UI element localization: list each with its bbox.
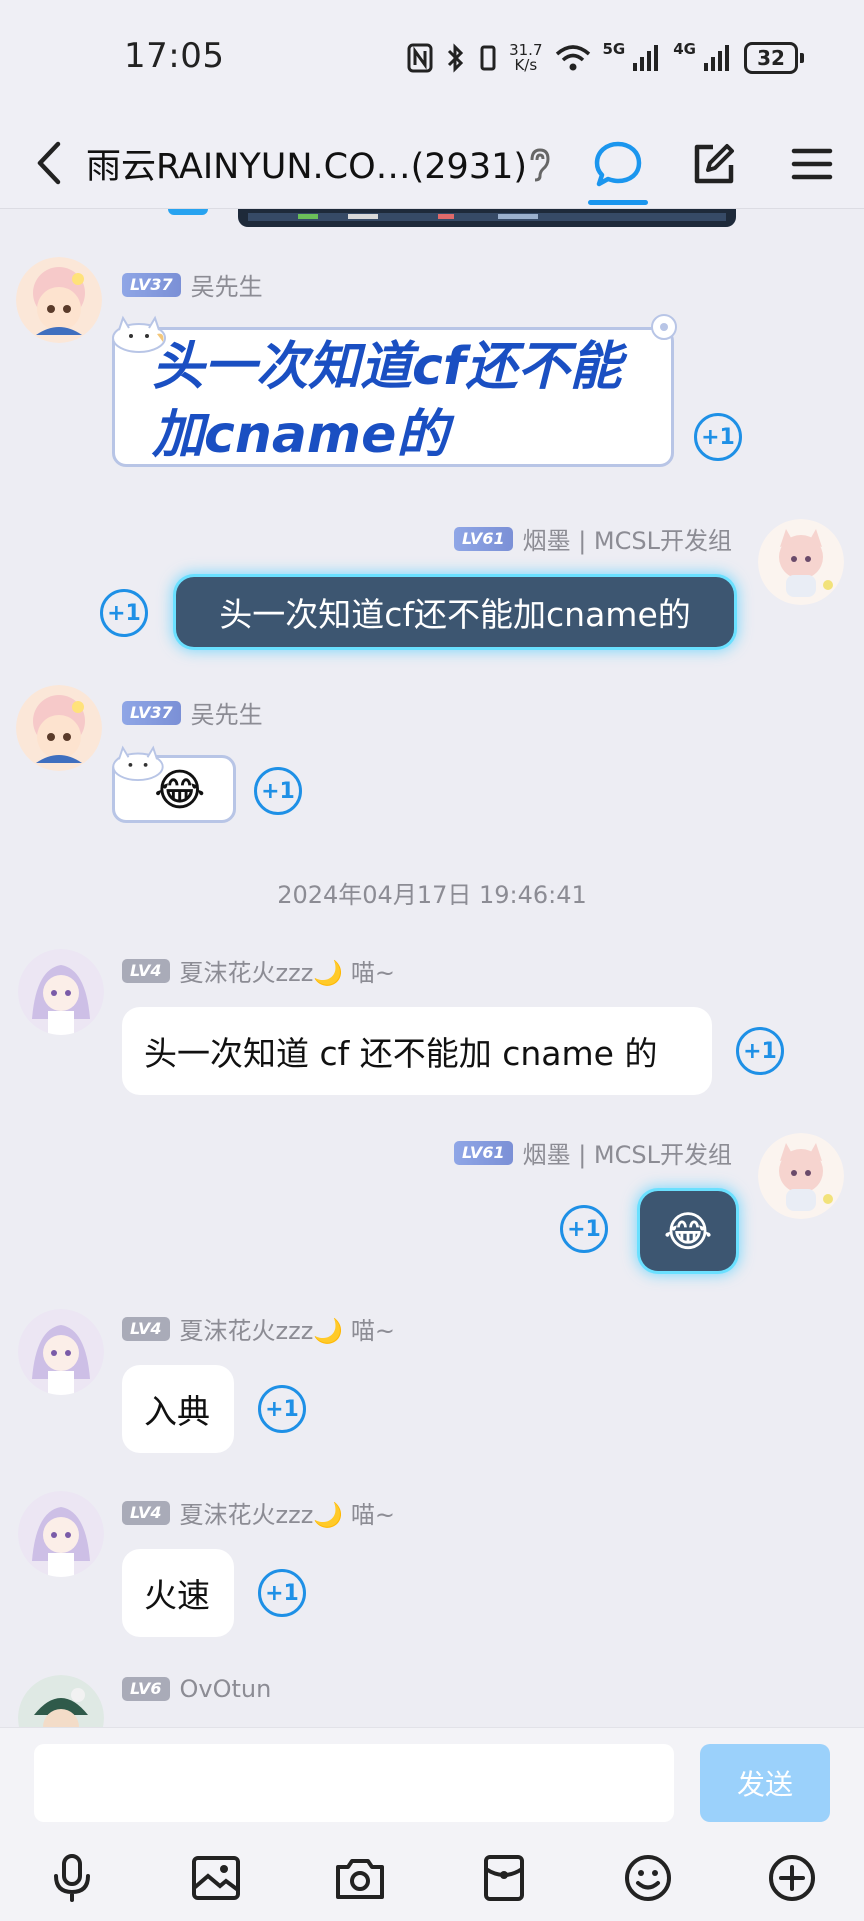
sender-meta: LV61 烟墨 | MCSL开发组 bbox=[453, 1135, 732, 1170]
chat-tab-button[interactable] bbox=[588, 134, 648, 194]
sender-meta: LV37 吴先生 bbox=[122, 695, 263, 730]
sender-meta: LV4 夏沫花火zzz🌙 喵~ bbox=[122, 953, 395, 988]
level-badge: LV6 bbox=[122, 1677, 170, 1701]
sender-name[interactable]: 吴先生 bbox=[191, 267, 263, 302]
message-bubble[interactable]: 😂 bbox=[640, 1191, 736, 1271]
active-tab-indicator bbox=[588, 200, 648, 205]
net-speed: 31.7 K/s bbox=[509, 43, 542, 73]
signal2-tag: 4G bbox=[673, 40, 696, 58]
red-packet-button[interactable] bbox=[474, 1848, 534, 1908]
avatar[interactable] bbox=[18, 1309, 104, 1395]
plus-one-button[interactable]: +1 bbox=[100, 589, 148, 637]
bluetooth-icon bbox=[445, 43, 465, 73]
vibrate-icon bbox=[477, 43, 497, 73]
back-button[interactable] bbox=[22, 136, 76, 190]
sender-name[interactable]: OvOtun bbox=[180, 1675, 272, 1703]
battery-level: 32 bbox=[744, 42, 798, 74]
level-badge: LV4 bbox=[122, 958, 170, 983]
cropped-avatar bbox=[168, 209, 208, 215]
voice-button[interactable] bbox=[42, 1848, 102, 1908]
camera-button[interactable] bbox=[330, 1848, 390, 1908]
signal-icon bbox=[631, 43, 661, 73]
menu-button[interactable] bbox=[782, 134, 842, 194]
sticker-text: 头一次知道cf还不能加cname的 bbox=[152, 337, 622, 465]
level-badge: LV4 bbox=[122, 1500, 170, 1525]
plus-one-button[interactable]: +1 bbox=[258, 1569, 306, 1617]
sender-meta: LV6 OvOtun bbox=[122, 1675, 271, 1703]
emoji-message: 😂 bbox=[154, 765, 206, 816]
plus-one-button[interactable]: +1 bbox=[560, 1205, 608, 1253]
album-button[interactable] bbox=[186, 1848, 246, 1908]
message-timestamp: 2024年04月17日 19:46:41 bbox=[277, 881, 587, 909]
level-badge: LV61 bbox=[453, 526, 513, 551]
message-bubble[interactable]: 火速 bbox=[122, 1549, 234, 1637]
sender-meta: LV4 夏沫花火zzz🌙 喵~ bbox=[122, 1495, 395, 1530]
microphone-icon bbox=[54, 1854, 90, 1902]
more-button[interactable] bbox=[762, 1848, 822, 1908]
level-badge: LV61 bbox=[453, 1140, 513, 1165]
avatar[interactable] bbox=[16, 257, 102, 343]
signal-icon bbox=[702, 43, 732, 73]
menu-icon bbox=[791, 148, 833, 180]
avatar[interactable] bbox=[18, 949, 104, 1035]
ear-icon[interactable] bbox=[526, 146, 552, 186]
plus-one-button[interactable]: +1 bbox=[736, 1027, 784, 1075]
sender-name[interactable]: 夏沫花火zzz🌙 喵~ bbox=[180, 1495, 395, 1530]
wifi-icon bbox=[555, 43, 591, 73]
avatar[interactable] bbox=[18, 1675, 104, 1727]
net-speed-unit: K/s bbox=[514, 56, 538, 74]
sender-name[interactable]: 夏沫花火zzz🌙 喵~ bbox=[180, 953, 395, 988]
level-badge: LV37 bbox=[122, 700, 181, 725]
battery-tip bbox=[800, 53, 804, 63]
red-packet-icon bbox=[484, 1855, 524, 1901]
emoji-icon bbox=[625, 1855, 671, 1901]
status-bar: 17:05 31.7 K/s 5G 4G 32 bbox=[0, 0, 864, 118]
avatar[interactable] bbox=[758, 1133, 844, 1219]
edit-button[interactable] bbox=[684, 134, 744, 194]
avatar[interactable] bbox=[758, 519, 844, 605]
sender-name[interactable]: 吴先生 bbox=[191, 695, 263, 730]
paw-icon bbox=[651, 314, 677, 340]
chat-title[interactable]: 雨云RAINYUN.CO…(2931) bbox=[86, 138, 527, 189]
message-input[interactable] bbox=[34, 1744, 674, 1822]
edit-icon bbox=[694, 144, 734, 184]
battery-indicator: 32 bbox=[744, 42, 804, 74]
back-icon bbox=[37, 141, 61, 185]
plus-one-button[interactable]: +1 bbox=[258, 1385, 306, 1433]
level-badge: LV4 bbox=[122, 1316, 170, 1341]
plus-one-button[interactable]: +1 bbox=[694, 413, 742, 461]
send-button[interactable]: 发送 bbox=[700, 1744, 830, 1822]
sender-meta: LV37 吴先生 bbox=[122, 267, 263, 302]
plus-icon bbox=[769, 1855, 815, 1901]
nfc-icon bbox=[407, 43, 433, 73]
level-badge: LV37 bbox=[122, 272, 181, 297]
camera-icon bbox=[336, 1859, 384, 1899]
avatar[interactable] bbox=[18, 1491, 104, 1577]
message-bubble[interactable]: 头一次知道 cf 还不能加 cname 的 bbox=[122, 1007, 712, 1095]
input-area: 发送 bbox=[0, 1727, 864, 1921]
sender-name[interactable]: 烟墨 | MCSL开发组 bbox=[523, 521, 732, 556]
sender-meta: LV4 夏沫花火zzz🌙 喵~ bbox=[122, 1311, 395, 1346]
input-toolbar bbox=[0, 1848, 864, 1908]
status-icons: 31.7 K/s 5G 4G 32 bbox=[407, 38, 804, 78]
chat-bubble-icon bbox=[594, 141, 642, 187]
avatar[interactable] bbox=[16, 685, 102, 771]
message-bubble[interactable]: 入典 bbox=[122, 1365, 234, 1453]
emoji-button[interactable] bbox=[618, 1848, 678, 1908]
message-bubble[interactable]: 头一次知道cf还不能加cname的 bbox=[176, 577, 734, 647]
sender-name[interactable]: 夏沫花火zzz🌙 喵~ bbox=[180, 1311, 395, 1346]
image-icon bbox=[192, 1856, 240, 1900]
chat-header: 雨云RAINYUN.CO…(2931) bbox=[0, 118, 864, 209]
cropped-screenshot-image[interactable] bbox=[238, 209, 736, 227]
status-time: 17:05 bbox=[124, 36, 225, 76]
sender-name[interactable]: 烟墨 | MCSL开发组 bbox=[523, 1135, 732, 1170]
message-list[interactable]: LV37 吴先生 头一次知道cf还不能加cname的 +1 LV61 烟墨 | … bbox=[0, 209, 864, 1727]
signal1-tag: 5G bbox=[602, 40, 626, 58]
plus-one-button[interactable]: +1 bbox=[254, 767, 302, 815]
sender-meta: LV61 烟墨 | MCSL开发组 bbox=[453, 521, 732, 556]
